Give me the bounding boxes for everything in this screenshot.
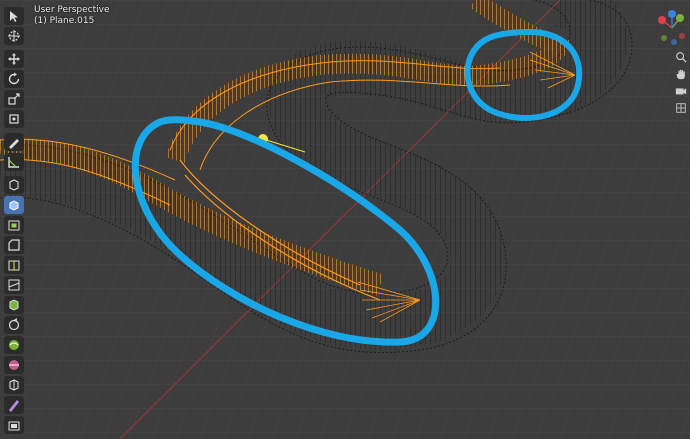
loop-cut-icon bbox=[8, 260, 20, 271]
pan-view-button[interactable] bbox=[674, 67, 688, 81]
toggle-perspective-button[interactable] bbox=[674, 101, 688, 115]
shrink-fatten-tool[interactable] bbox=[4, 376, 24, 394]
loop-cut-tool[interactable] bbox=[4, 256, 24, 274]
cursor-select-icon bbox=[10, 11, 18, 22]
edge-slide-icon bbox=[9, 360, 19, 370]
shear-tool[interactable] bbox=[4, 396, 24, 414]
edge-slide-tool[interactable] bbox=[4, 356, 24, 374]
zoom-icon bbox=[676, 52, 687, 63]
annotate-tool[interactable] bbox=[4, 133, 24, 151]
poly-build-icon bbox=[9, 299, 19, 311]
spin-icon bbox=[8, 318, 20, 331]
rip-region-icon bbox=[8, 421, 20, 431]
navigation-gizmo[interactable] bbox=[654, 8, 690, 48]
bevel-icon bbox=[8, 239, 20, 251]
3d-cursor-tool[interactable] bbox=[4, 27, 24, 45]
viewport-scene[interactable] bbox=[0, 0, 690, 439]
knife-tool[interactable] bbox=[4, 276, 24, 294]
rip-region-tool[interactable] bbox=[4, 416, 24, 434]
transform-tool[interactable] bbox=[4, 110, 24, 128]
select-box-tool[interactable] bbox=[4, 7, 24, 25]
shrink-fatten-icon bbox=[9, 379, 19, 391]
3d-viewport[interactable]: User Perspective (1) Plane.015 bbox=[0, 0, 690, 439]
spin-tool[interactable] bbox=[4, 316, 24, 334]
inset-faces-icon bbox=[8, 220, 20, 231]
camera-icon bbox=[675, 88, 687, 95]
viewport-nav-buttons bbox=[674, 50, 688, 115]
scale-tool[interactable] bbox=[4, 90, 24, 108]
knife-icon bbox=[8, 279, 20, 291]
tool-shelf bbox=[3, 6, 25, 435]
move-tool[interactable] bbox=[4, 50, 24, 68]
inset-faces-tool[interactable] bbox=[4, 216, 24, 234]
smooth-icon bbox=[9, 340, 19, 350]
measure-icon bbox=[8, 157, 19, 168]
rotate-icon bbox=[8, 72, 20, 85]
poly-build-tool[interactable] bbox=[4, 296, 24, 314]
add-cube-tool[interactable] bbox=[4, 176, 24, 194]
zoom-view-button[interactable] bbox=[674, 50, 688, 64]
shear-icon bbox=[9, 400, 19, 412]
grid-icon bbox=[676, 103, 686, 113]
extrude-region-icon bbox=[9, 200, 19, 211]
transform-icon bbox=[9, 114, 19, 124]
measure-tool[interactable] bbox=[4, 153, 24, 171]
viewport-view-name: User Perspective bbox=[34, 5, 110, 15]
axis-gizmo-icon[interactable] bbox=[654, 8, 690, 48]
smooth-tool[interactable] bbox=[4, 336, 24, 354]
move-icon bbox=[8, 53, 20, 65]
3d-cursor-icon bbox=[8, 30, 20, 42]
bevel-tool[interactable] bbox=[4, 236, 24, 254]
add-cube-icon bbox=[9, 179, 19, 191]
extrude-region-tool[interactable] bbox=[4, 196, 24, 214]
hand-icon bbox=[676, 69, 685, 80]
scale-icon bbox=[8, 93, 20, 105]
rotate-tool[interactable] bbox=[4, 70, 24, 88]
annotate-icon bbox=[9, 139, 19, 149]
camera-view-button[interactable] bbox=[674, 84, 688, 98]
viewport-active-object: (1) Plane.015 bbox=[34, 16, 95, 26]
